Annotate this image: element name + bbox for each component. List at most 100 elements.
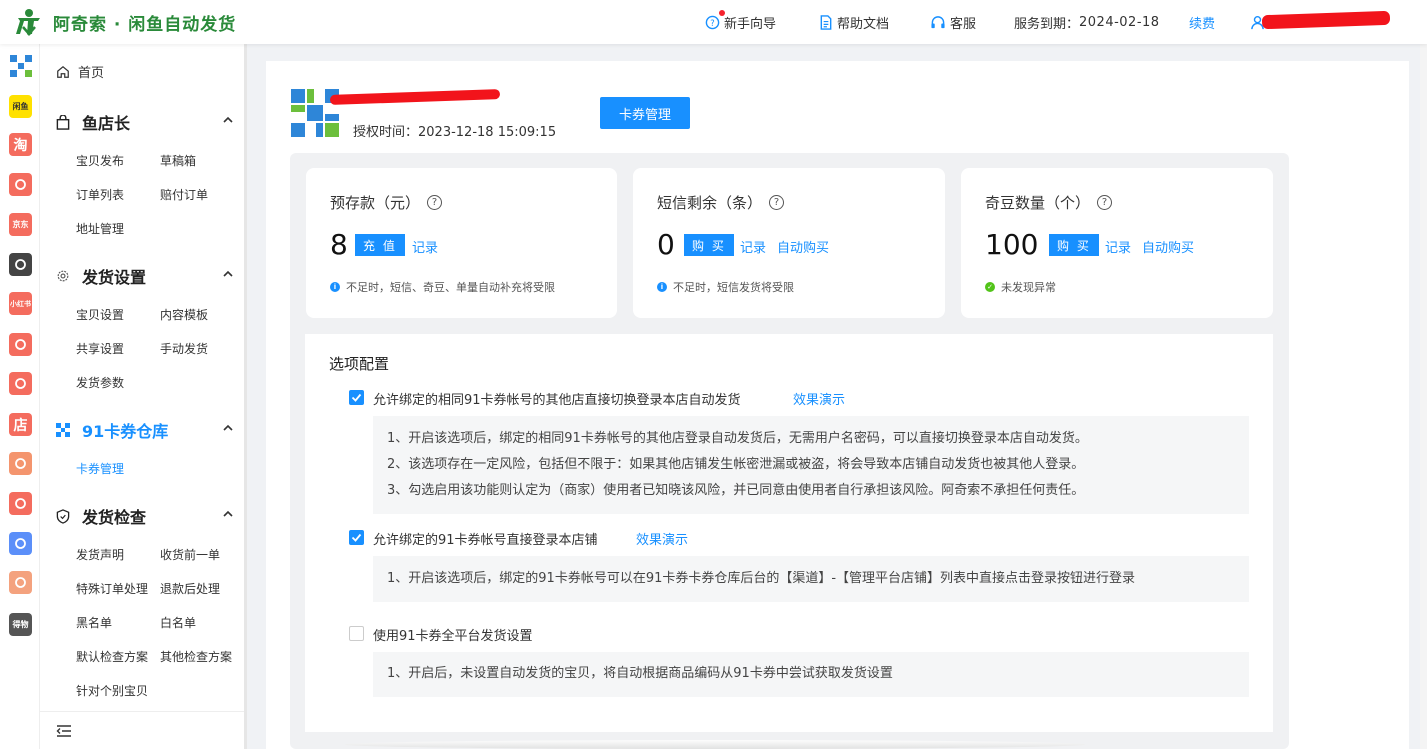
sidebar-item-specific-items[interactable]: 针对个别宝贝	[76, 682, 148, 699]
option-checkbox[interactable]	[349, 626, 364, 641]
chevron-up-icon	[223, 510, 233, 517]
record-link[interactable]: 记录	[412, 237, 438, 256]
kuaishou-app-icon[interactable]	[9, 333, 32, 356]
sidebar-item-manual-delivery[interactable]: 手动发货	[160, 340, 208, 357]
rail-icon-text: 店	[13, 417, 28, 434]
grid-icon	[56, 423, 72, 437]
auto-buy-link[interactable]: 自动购买	[777, 237, 829, 256]
option-label[interactable]: 允许绑定的相同91卡券帐号的其他店直接切换登录本店自动发货	[373, 389, 741, 408]
jd-app-icon[interactable]: 京东	[9, 213, 32, 236]
sidebar-group-delivery-check[interactable]: 发货检查	[56, 504, 234, 528]
option-checkbox[interactable]	[349, 530, 364, 545]
nav-help[interactable]: 帮助文档	[819, 0, 889, 44]
sidebar-item-publish[interactable]: 宝贝发布	[76, 152, 124, 169]
xianyu-app-icon[interactable]: 闲鱼	[9, 95, 32, 118]
sidebar-item-orders[interactable]: 订单列表	[76, 186, 124, 203]
collapse-menu-icon[interactable]	[56, 724, 72, 738]
sidebar-group-shop[interactable]: 鱼店长	[56, 110, 234, 134]
brand-logo-icon	[16, 9, 40, 36]
buy-button[interactable]: 购 买	[684, 234, 734, 256]
bag-app-icon[interactable]	[9, 452, 32, 475]
redaction-mark	[1261, 10, 1391, 30]
sidebar-item-other-check[interactable]: 其他检查方案	[160, 648, 232, 665]
sidebar-group-label: 91卡券仓库	[82, 422, 169, 441]
nav-guide[interactable]: ? 新手向导	[705, 0, 776, 44]
question-circle-icon: ?	[705, 15, 720, 29]
pinduoduo-app-icon[interactable]	[9, 173, 32, 196]
options-panel: 选项配置 允许绑定的相同91卡券帐号的其他店直接切换登录本店自动发货 效果演示 …	[305, 334, 1273, 732]
stat-beans: 奇豆数量（个）? 100 购 买 记录 自动购买 ✓ 未发现异常	[961, 168, 1273, 318]
option-label[interactable]: 允许绑定的91卡券帐号直接登录本店铺	[373, 529, 598, 548]
nav-service[interactable]: 客服	[930, 0, 976, 44]
notification-dot	[719, 10, 725, 16]
sidebar-item-templates[interactable]: 内容模板	[160, 306, 208, 323]
sidebar-item-whitelist[interactable]: 白名单	[160, 614, 196, 631]
shop-app-icon[interactable]: 店	[9, 413, 32, 436]
stat-value: 100	[985, 228, 1039, 261]
sidebar-group-label: 鱼店长	[82, 114, 131, 133]
buy-button[interactable]: 购 买	[1049, 234, 1099, 256]
nav-help-label: 帮助文档	[837, 16, 890, 32]
gift-app-icon[interactable]	[9, 571, 32, 594]
sidebar-item-after-refund[interactable]: 退款后处理	[160, 580, 220, 597]
sidebar-item-delivery-statement[interactable]: 发货声明	[76, 546, 124, 563]
record-link[interactable]: 记录	[740, 237, 766, 256]
sidebar-group-delivery-settings[interactable]: 发货设置	[56, 264, 234, 288]
rail-icon-text: 京东	[12, 220, 29, 229]
shopee-app-icon[interactable]	[9, 492, 32, 515]
dewu-app-icon[interactable]: 得物	[9, 613, 32, 636]
desc-line: 1、开启该选项后，绑定的相同91卡券帐号的其他店登录自动发货后，无需用户名密码，…	[387, 431, 1088, 446]
options-title: 选项配置	[329, 355, 390, 373]
sidebar-item-special-orders[interactable]: 特殊订单处理	[76, 580, 148, 597]
stat-title: 短信剩余（条）?	[657, 192, 785, 213]
brand[interactable]: 阿奇索 · 闲鱼自动发货	[14, 7, 236, 37]
help-icon[interactable]: ?	[769, 195, 785, 210]
link-app-icon[interactable]	[9, 532, 32, 555]
chevron-up-icon	[223, 116, 233, 123]
rail-icon-text: 得物	[12, 620, 29, 629]
sidebar-item-delivery-params[interactable]: 发货参数	[76, 374, 124, 391]
help-icon[interactable]: ?	[427, 195, 443, 210]
sidebar-item-drafts[interactable]: 草稿箱	[160, 152, 196, 169]
demo-link[interactable]: 效果演示	[636, 529, 688, 548]
auto-buy-link[interactable]: 自动购买	[1142, 237, 1194, 256]
qr-grid-icon[interactable]	[9, 54, 32, 77]
demo-link[interactable]: 效果演示	[793, 389, 845, 408]
xiaohongshu-app-icon[interactable]: 小红书	[9, 292, 32, 315]
card-management-button[interactable]: 卡券管理	[600, 97, 690, 129]
option-description: 1、开启该选项后，绑定的91卡券帐号可以在91卡券卡券仓库后台的【渠道】-【管理…	[373, 556, 1249, 602]
sidebar-group-label: 发货设置	[82, 268, 147, 287]
service-expiry: 服务到期： 2024-02-18	[1014, 0, 1160, 44]
sidebar-item-default-check[interactable]: 默认检查方案	[76, 648, 148, 665]
sidebar-home-label: 首页	[78, 66, 105, 81]
gear-icon	[56, 269, 72, 283]
option-description: 1、开启该选项后，绑定的相同91卡券帐号的其他店登录自动发货后，无需用户名密码，…	[373, 416, 1249, 514]
page-scrollbar[interactable]	[1420, 44, 1427, 749]
sidebar-group-card-warehouse[interactable]: 91卡券仓库	[56, 418, 234, 442]
shop-auth-time: 授权时间：2023-12-18 15:09:15	[353, 121, 556, 140]
help-icon[interactable]: ?	[1097, 195, 1113, 210]
record-link[interactable]: 记录	[1105, 237, 1131, 256]
renew-link[interactable]: 续费	[1189, 0, 1215, 44]
sidebar-item-compensation[interactable]: 赔付订单	[160, 186, 208, 203]
expiry-date: 2024-02-18	[1079, 14, 1160, 30]
option-checkbox[interactable]	[349, 390, 364, 405]
sidebar-item-pre-receipt[interactable]: 收货前一单	[160, 546, 220, 563]
sidebar-item-home[interactable]: 首页	[56, 62, 104, 81]
sidebar-item-share-settings[interactable]: 共享设置	[76, 340, 124, 357]
sidebar-item-card-management[interactable]: 卡券管理	[76, 460, 124, 477]
expiry-label: 服务到期：	[1014, 16, 1080, 32]
stat-note-text: 不足时，短信发货将受限	[673, 281, 794, 294]
taobao-app-icon[interactable]: 淘	[9, 133, 32, 156]
sidebar: 首页 鱼店长 宝贝发布 草稿箱 订单列表 赔付订单 地址管理 发货设置 宝贝设置…	[40, 44, 247, 749]
desc-line: 2、该选项存在一定风险，包括但不限于：如果其他店铺发生帐密泄漏或被盗，将会导致本…	[387, 457, 1085, 472]
sidebar-item-item-settings[interactable]: 宝贝设置	[76, 306, 124, 323]
option-label[interactable]: 使用91卡券全平台发货设置	[373, 625, 533, 644]
recharge-button[interactable]: 充 值	[355, 234, 405, 256]
thumb-app-icon[interactable]	[9, 372, 32, 395]
sidebar-item-address[interactable]: 地址管理	[76, 220, 124, 237]
headset-icon	[931, 15, 945, 28]
sidebar-item-blacklist[interactable]: 黑名单	[76, 614, 112, 631]
rail-icon-text: 闲鱼	[12, 102, 29, 111]
douyin-app-icon[interactable]	[9, 253, 32, 276]
